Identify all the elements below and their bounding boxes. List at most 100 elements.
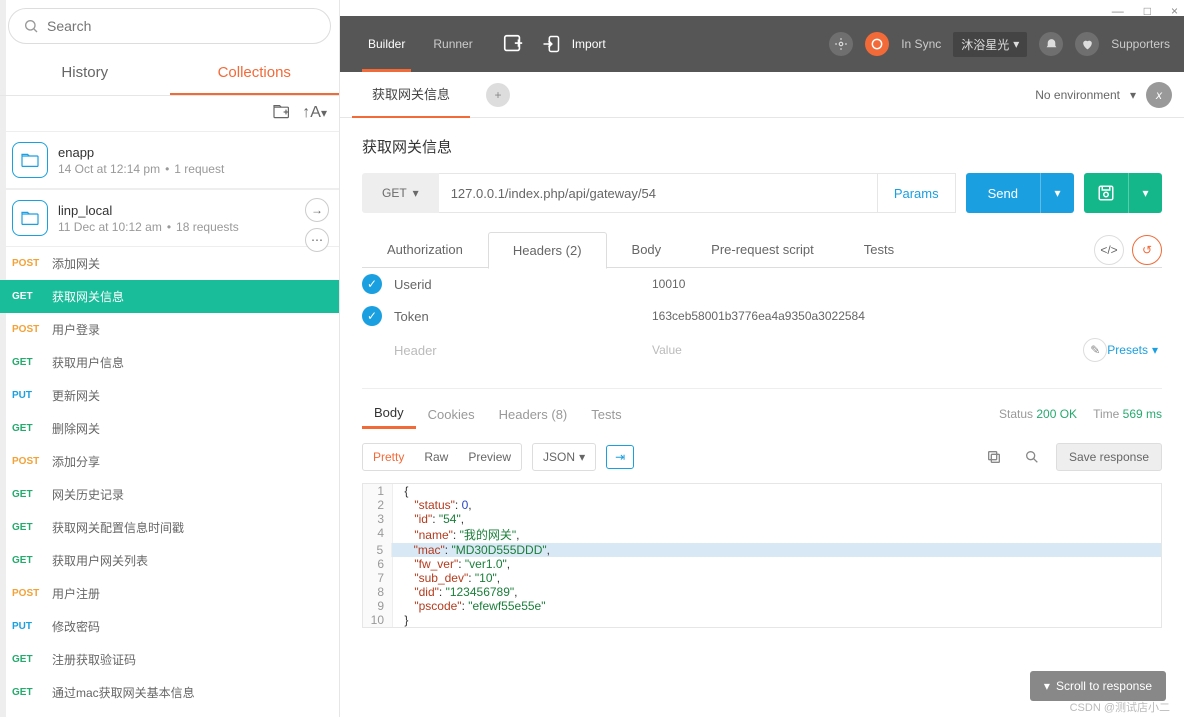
tab-runner[interactable]: Runner: [419, 16, 486, 72]
save-response-button[interactable]: Save response: [1056, 443, 1162, 471]
send-button[interactable]: Send: [966, 173, 1040, 213]
request-tab[interactable]: 获取网关信息: [352, 72, 470, 118]
import-icon[interactable]: [537, 30, 565, 58]
method-select[interactable]: GET▾: [362, 173, 439, 213]
method-label: POST: [12, 324, 52, 335]
request-name: 获取网关配置信息时间戳: [52, 519, 184, 536]
maximize-icon[interactable]: □: [1144, 4, 1151, 18]
tab-builder[interactable]: Builder: [354, 16, 419, 72]
share-icon[interactable]: →: [305, 198, 329, 222]
right-panel: — □ × Builder Runner Import In Sync 沐浴星光…: [340, 0, 1184, 717]
request-row[interactable]: POST用户注册: [0, 577, 339, 610]
tab-history[interactable]: History: [0, 52, 170, 95]
request-name: 用户注册: [52, 585, 100, 602]
collection-enapp[interactable]: enapp 14 Oct at 12:14 pm•1 request: [0, 131, 339, 189]
chevron-down-icon: ▾: [1044, 679, 1050, 693]
chevron-down-icon: ▾: [413, 186, 419, 200]
scroll-to-response-button[interactable]: ▾ Scroll to response: [1030, 671, 1166, 701]
sync-icon[interactable]: [865, 32, 889, 56]
close-icon[interactable]: ×: [1171, 4, 1178, 18]
save-button[interactable]: [1084, 173, 1128, 213]
new-tab-icon[interactable]: [499, 30, 527, 58]
import-label[interactable]: Import: [575, 30, 603, 58]
view-raw[interactable]: Raw: [414, 444, 458, 470]
environment-select[interactable]: No environment: [1035, 88, 1120, 102]
reset-icon[interactable]: ↺: [1132, 235, 1162, 265]
request-row[interactable]: GET通过mac获取网关基本信息: [0, 676, 339, 704]
edit-icon[interactable]: ✎: [1083, 338, 1107, 362]
params-button[interactable]: Params: [878, 173, 956, 213]
search-input[interactable]: [47, 18, 316, 34]
resp-tab-tests[interactable]: Tests: [579, 401, 633, 428]
request-row[interactable]: GET获取用户网关列表: [0, 544, 339, 577]
request-title: 获取网关信息: [362, 136, 1162, 157]
method-label: GET: [12, 522, 52, 533]
json-viewer[interactable]: 1 {2 "status": 0,3 "id": "54",4 "name": …: [362, 483, 1162, 628]
method-label: GET: [12, 489, 52, 500]
interceptor-icon[interactable]: [829, 32, 853, 56]
request-row[interactable]: POST添加网关: [0, 247, 339, 280]
request-tab-bar: 获取网关信息 + No environment ▾ x: [340, 72, 1184, 118]
resp-tab-headers[interactable]: Headers (8): [487, 401, 580, 428]
add-folder-icon[interactable]: [272, 104, 292, 123]
left-panel: History Collections ↑A▾ enapp 14 Oct at …: [0, 0, 340, 717]
request-name: 更新网关: [52, 387, 100, 404]
tab-collections[interactable]: Collections: [170, 52, 340, 95]
collection-name: enapp: [58, 145, 224, 160]
headers-table: ✓ Userid 10010 ✓ Token 163ceb58001b3776e…: [362, 267, 1162, 368]
request-row[interactable]: PUT修改密码: [0, 610, 339, 643]
check-icon[interactable]: ✓: [362, 274, 382, 294]
add-tab-button[interactable]: +: [486, 83, 510, 107]
sync-status: In Sync: [901, 37, 941, 51]
request-row[interactable]: GET删除网关: [0, 412, 339, 445]
supporters-label[interactable]: Supporters: [1111, 37, 1170, 51]
folder-icon: [12, 142, 48, 178]
format-select[interactable]: JSON▾: [532, 443, 596, 471]
request-row[interactable]: GET网关历史记录: [0, 478, 339, 511]
request-row[interactable]: GET获取网关信息: [0, 280, 339, 313]
collection-linp-local[interactable]: linp_local 11 Dec at 10:12 am•18 request…: [0, 189, 339, 247]
header-row-empty[interactable]: Header Value ✎ Presets▾: [362, 332, 1162, 368]
check-icon[interactable]: ✓: [362, 306, 382, 326]
heart-icon[interactable]: [1075, 32, 1099, 56]
request-name: 添加网关: [52, 255, 100, 272]
tab-authorization[interactable]: Authorization: [362, 231, 488, 268]
tab-prerequest[interactable]: Pre-request script: [686, 231, 839, 268]
user-chip[interactable]: 沐浴星光▾: [953, 32, 1027, 57]
header-row[interactable]: ✓ Userid 10010: [362, 268, 1162, 300]
save-dropdown[interactable]: ▾: [1128, 173, 1162, 213]
minimize-icon[interactable]: —: [1112, 4, 1124, 18]
send-dropdown[interactable]: ▾: [1040, 173, 1074, 213]
collection-name: linp_local: [58, 203, 239, 218]
request-row[interactable]: PUT更新网关: [0, 379, 339, 412]
chevron-down-icon[interactable]: ▾: [1130, 88, 1136, 102]
copy-icon[interactable]: [980, 443, 1008, 471]
url-input[interactable]: [439, 173, 878, 213]
sort-icon[interactable]: ↑A▾: [302, 104, 327, 123]
search-response-icon[interactable]: [1018, 443, 1046, 471]
wrap-lines-icon[interactable]: ⇥: [606, 445, 634, 469]
request-name: 修改密码: [52, 618, 100, 635]
environment-variables-icon[interactable]: x: [1146, 82, 1172, 108]
request-row[interactable]: POST添加分享: [0, 445, 339, 478]
resp-tab-body[interactable]: Body: [362, 399, 416, 429]
tab-body[interactable]: Body: [607, 231, 687, 268]
view-preview[interactable]: Preview: [458, 444, 521, 470]
header-row[interactable]: ✓ Token 163ceb58001b3776ea4a9350a3022584: [362, 300, 1162, 332]
method-label: GET: [12, 654, 52, 665]
code-icon[interactable]: </>: [1094, 235, 1124, 265]
request-row[interactable]: GET获取用户信息: [0, 346, 339, 379]
more-icon[interactable]: ⋯: [305, 228, 329, 252]
request-row[interactable]: GET获取网关配置信息时间戳: [0, 511, 339, 544]
tab-headers[interactable]: Headers (2): [488, 232, 607, 269]
request-name: 网关历史记录: [52, 486, 124, 503]
notifications-icon[interactable]: [1039, 32, 1063, 56]
request-row[interactable]: POST用户登录: [0, 313, 339, 346]
presets-button[interactable]: Presets▾: [1107, 343, 1162, 357]
view-pretty[interactable]: Pretty: [363, 444, 414, 470]
request-row[interactable]: GET注册获取验证码: [0, 643, 339, 676]
resp-tab-cookies[interactable]: Cookies: [416, 401, 487, 428]
tab-tests[interactable]: Tests: [839, 231, 919, 268]
search-box[interactable]: [8, 8, 331, 44]
request-list: POST添加网关GET获取网关信息POST用户登录GET获取用户信息PUT更新网…: [0, 247, 339, 704]
